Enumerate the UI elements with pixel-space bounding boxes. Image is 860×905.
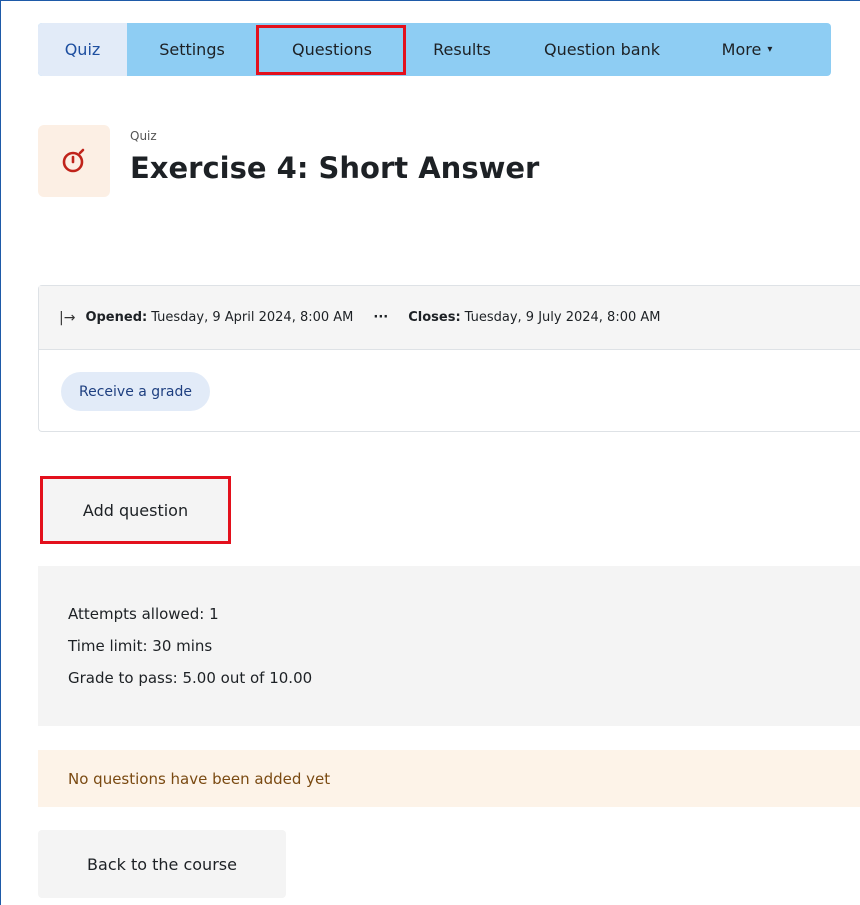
- completion-badge: Receive a grade: [61, 372, 211, 411]
- dates-separator: ···: [373, 310, 389, 325]
- grade-to-pass: Grade to pass: 5.00 out of 10.00: [68, 669, 313, 687]
- attempts-allowed: Attempts allowed: 1: [68, 605, 219, 623]
- closes-label: Closes:: [408, 310, 461, 325]
- page-title: Exercise 4: Short Answer: [130, 151, 540, 185]
- stopwatch-icon: [38, 125, 110, 197]
- tab-results[interactable]: Results: [407, 23, 517, 76]
- opened-label: Opened:: [85, 310, 148, 325]
- arrow-to-bar-icon: |→: [59, 309, 76, 326]
- dates-row: |→ Opened: Tuesday, 9 April 2024, 8:00 A…: [39, 286, 860, 350]
- tab-settings[interactable]: Settings: [127, 23, 257, 76]
- opened-value: Tuesday, 9 April 2024, 8:00 AM: [151, 310, 354, 325]
- page-frame: Quiz Settings Questions Results Question…: [0, 0, 860, 905]
- stopwatch-icon-graphic: [62, 148, 85, 173]
- tab-question-bank[interactable]: Question bank: [517, 23, 687, 76]
- add-question-button[interactable]: Add question: [40, 476, 231, 544]
- tab-questions[interactable]: Questions: [257, 23, 407, 76]
- closes-value: Tuesday, 9 July 2024, 8:00 AM: [464, 310, 661, 325]
- activity-type-label: Quiz: [130, 129, 157, 143]
- quiz-info: Attempts allowed: 1 Time limit: 30 mins …: [38, 566, 860, 726]
- activity-dates: |→ Opened: Tuesday, 9 April 2024, 8:00 A…: [38, 285, 860, 432]
- back-to-course-button[interactable]: Back to the course: [38, 830, 286, 898]
- caret-down-icon: ▾: [767, 44, 773, 55]
- tab-more[interactable]: More ▾: [687, 23, 807, 76]
- secondary-navigation: Quiz Settings Questions Results Question…: [38, 23, 831, 76]
- time-limit: Time limit: 30 mins: [68, 637, 213, 655]
- tab-quiz[interactable]: Quiz: [38, 23, 127, 76]
- no-questions-alert: No questions have been added yet: [38, 750, 860, 807]
